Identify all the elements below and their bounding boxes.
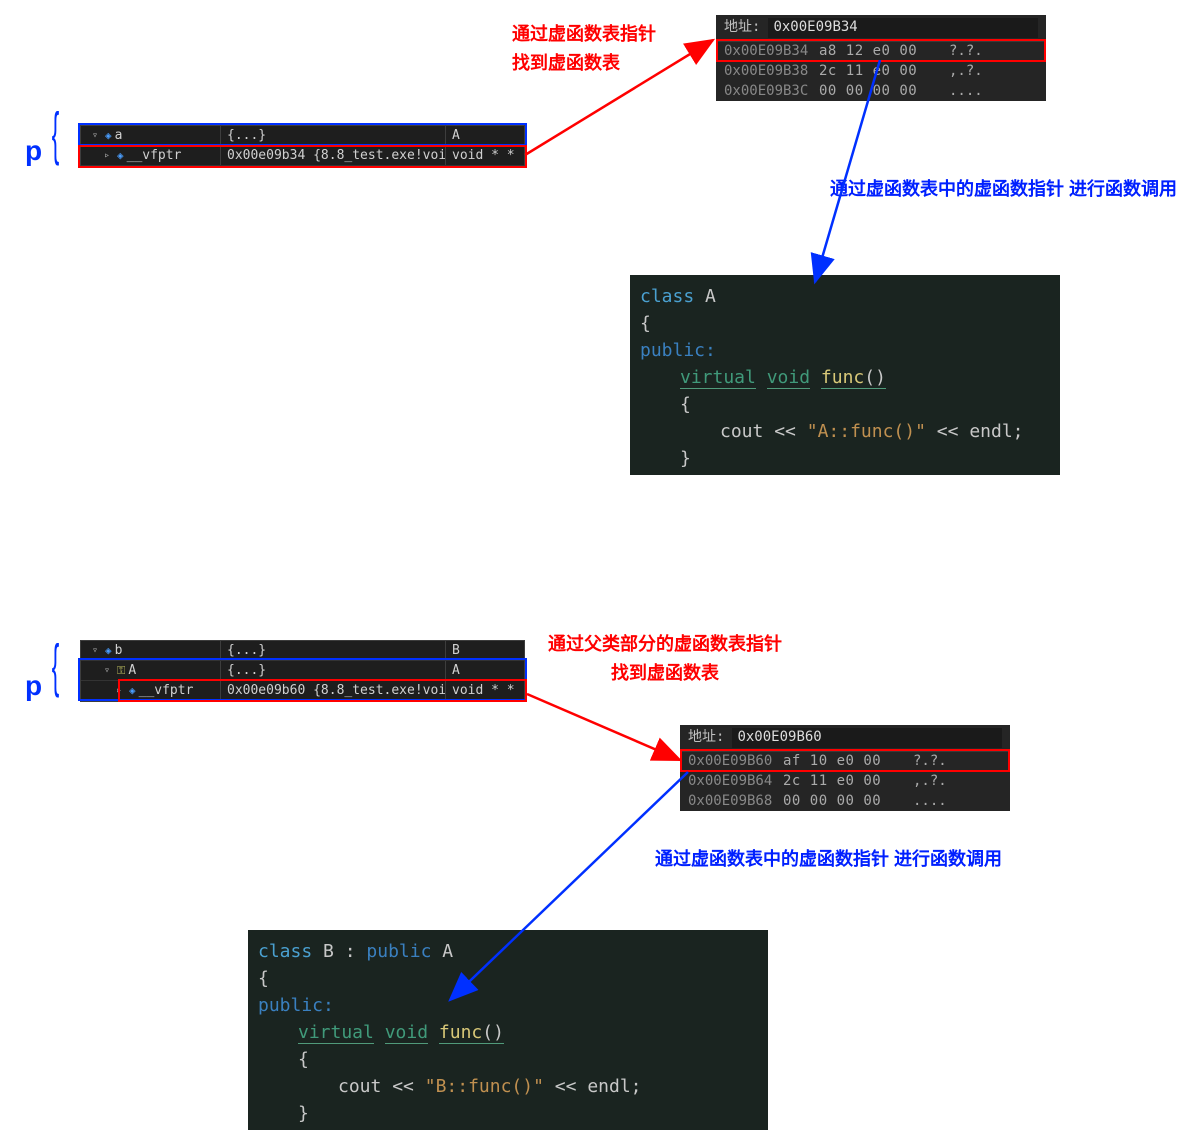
- mem-addr: 0x00E09B68: [688, 792, 783, 812]
- memory-header: 地址: 0x00E09B60: [680, 725, 1010, 752]
- addr-label: 地址:: [724, 18, 760, 38]
- code-line: {: [258, 965, 758, 992]
- mem-addr: 0x00E09B64: [688, 772, 783, 792]
- addr-input[interactable]: 0x00E09B60: [732, 728, 1002, 748]
- mem-bytes: 2c 11 e0 00: [783, 772, 913, 792]
- mem-ascii: ,.?.: [913, 772, 947, 792]
- mem-addr: 0x00E09B38: [724, 62, 819, 82]
- annotation-find-vtable-2: 通过父类部分的虚函数表指针 找到虚函数表: [548, 630, 782, 688]
- code-line: class A: [640, 283, 1050, 310]
- mem-row: 0x00E09B382c 11 e0 00,.?.: [716, 62, 1046, 82]
- highlight-vfptr-1: [78, 145, 527, 168]
- highlight-vtable-entry-1: [716, 39, 1046, 62]
- brace-1: {: [52, 100, 60, 168]
- code-panel-classA: class A { public: virtual void func() { …: [630, 275, 1060, 475]
- code-line: }: [258, 1100, 758, 1127]
- highlight-vfptr-2: [118, 679, 527, 702]
- mem-bytes: 00 00 00 00: [819, 82, 949, 102]
- expand-icon[interactable]: ▿: [92, 645, 102, 656]
- code-line: cout << "B::func()" << endl;: [258, 1073, 758, 1100]
- mem-row: 0x00E09B3C00 00 00 00....: [716, 82, 1046, 102]
- var-name: b: [115, 643, 123, 658]
- mem-ascii: ,.?.: [949, 62, 983, 82]
- code-line: }: [640, 445, 1050, 472]
- code-line: {: [640, 310, 1050, 337]
- code-line: cout << "A::func()" << endl;: [640, 418, 1050, 445]
- code-line: virtual void func(): [258, 1019, 758, 1046]
- annotation-call-func-1: 通过虚函数表中的虚函数指针 进行函数调用: [830, 175, 1177, 204]
- mem-addr: 0x00E09B3C: [724, 82, 819, 102]
- mem-bytes: 2c 11 e0 00: [819, 62, 949, 82]
- highlight-p-1: [78, 123, 527, 146]
- mem-ascii: ....: [913, 792, 947, 812]
- code-line: public:: [640, 337, 1050, 364]
- annotation-call-func-2: 通过虚函数表中的虚函数指针 进行函数调用: [655, 845, 1002, 874]
- var-type: B: [446, 643, 524, 658]
- brace-2: {: [52, 632, 60, 700]
- mem-bytes: 00 00 00 00: [783, 792, 913, 812]
- code-line: {: [640, 391, 1050, 418]
- mem-ascii: ....: [949, 82, 983, 102]
- arrow-vfptr-to-vtable-2: [525, 690, 690, 770]
- mem-row: 0x00E09B642c 11 e0 00,.?.: [680, 772, 1010, 792]
- label-p-2: p: [25, 670, 42, 702]
- code-line: {: [258, 1046, 758, 1073]
- code-line: class B : public A: [258, 938, 758, 965]
- code-panel-classB: class B : public A { public: virtual voi…: [248, 930, 768, 1130]
- annotation-find-vtable-1: 通过虚函数表指针 找到虚函数表: [512, 20, 656, 78]
- mem-row: 0x00E09B6800 00 00 00....: [680, 792, 1010, 812]
- code-line: virtual void func(): [640, 364, 1050, 391]
- addr-input[interactable]: 0x00E09B34: [768, 18, 1038, 38]
- memory-header: 地址: 0x00E09B34: [716, 15, 1046, 42]
- highlight-vtable-entry-2: [680, 749, 1010, 772]
- label-p-1: p: [25, 135, 42, 167]
- addr-label: 地址:: [688, 728, 724, 748]
- code-line: public:: [258, 992, 758, 1019]
- variable-icon: ◈: [105, 644, 112, 657]
